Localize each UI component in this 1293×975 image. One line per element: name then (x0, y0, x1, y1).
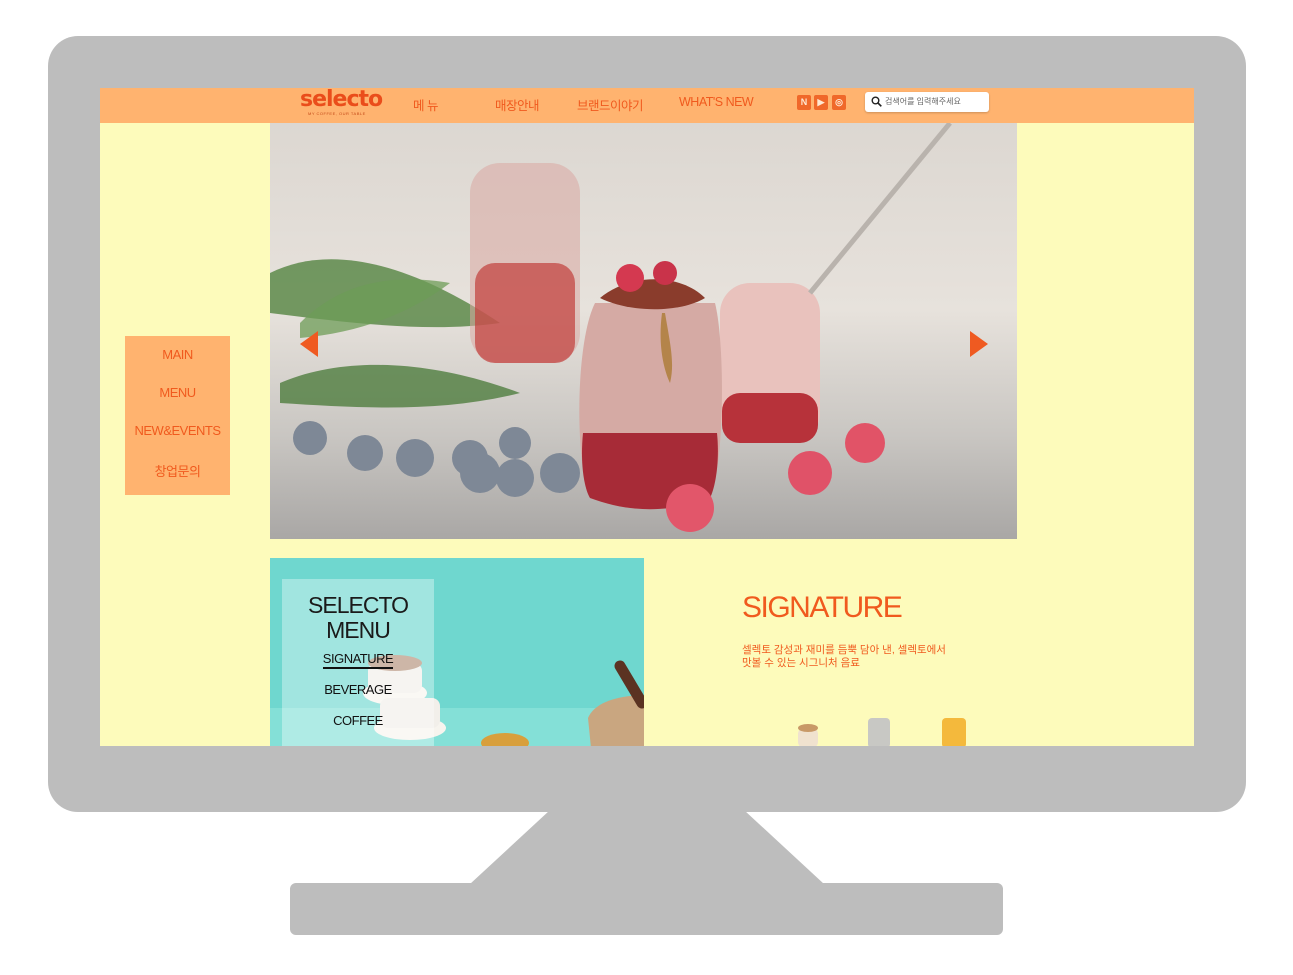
search-input[interactable] (885, 94, 985, 109)
youtube-icon[interactable]: ▶ (814, 95, 828, 110)
arrow-left-icon[interactable] (300, 331, 318, 357)
nav-whats-new[interactable]: WHAT'S NEW (679, 95, 754, 109)
signature-description: 셀렉토 감성과 재미를 듬뿍 담아 낸, 셀렉토에서 맛볼 수 있는 시그니처 … (742, 644, 982, 670)
monitor-neck (470, 812, 824, 884)
side-nav-news-events[interactable]: NEW&EVENTS (125, 423, 230, 438)
side-nav: MAIN MENU NEW&EVENTS 창업문의 (125, 336, 230, 495)
logo-tagline: MY COFFEE, OUR TABLE (308, 111, 366, 116)
site-header: selecto MY COFFEE, OUR TABLE 메 뉴 매장안내 브랜… (100, 88, 1194, 123)
website-screen: selecto MY COFFEE, OUR TABLE 메 뉴 매장안내 브랜… (100, 88, 1194, 746)
side-nav-menu[interactable]: MENU (125, 385, 230, 400)
hero-slider (270, 123, 1017, 539)
selecto-logo[interactable]: selecto (300, 88, 383, 112)
menu-title-line1: SELECTO (308, 592, 409, 618)
menu-link-coffee[interactable]: COFFEE (282, 713, 434, 728)
signature-desc-line1: 셀렉토 감성과 재미를 듬뿍 담아 낸, 셀렉토에서 (742, 644, 946, 656)
hero-image (270, 123, 952, 532)
menu-category-box: SELECTO MENU SIGNATURE BEVERAGE COFFEE (282, 579, 434, 746)
signature-drinks-preview (798, 718, 966, 746)
menu-link-signature[interactable]: SIGNATURE (282, 651, 434, 669)
nav-menu[interactable]: 메 뉴 (413, 95, 438, 114)
signature-title: SIGNATURE (742, 591, 903, 624)
side-nav-franchise[interactable]: 창업문의 (125, 461, 230, 480)
arrow-right-icon[interactable] (970, 331, 988, 357)
nav-stores[interactable]: 매장안내 (495, 95, 540, 114)
side-nav-main[interactable]: MAIN (125, 347, 230, 362)
search-box (865, 92, 989, 112)
search-icon[interactable] (871, 96, 882, 107)
instagram-icon[interactable]: ◎ (832, 95, 846, 110)
menu-link-beverage[interactable]: BEVERAGE (282, 682, 434, 697)
monitor-base (290, 883, 1003, 935)
signature-desc-line2: 맛볼 수 있는 시그니처 음료 (742, 657, 860, 669)
menu-panel: SELECTO MENU SIGNATURE BEVERAGE COFFEE (270, 558, 644, 746)
naver-blog-icon[interactable]: N (797, 95, 811, 110)
menu-title-line2: MENU (326, 617, 391, 643)
nav-brand-story[interactable]: 브랜드이야기 (577, 95, 644, 114)
